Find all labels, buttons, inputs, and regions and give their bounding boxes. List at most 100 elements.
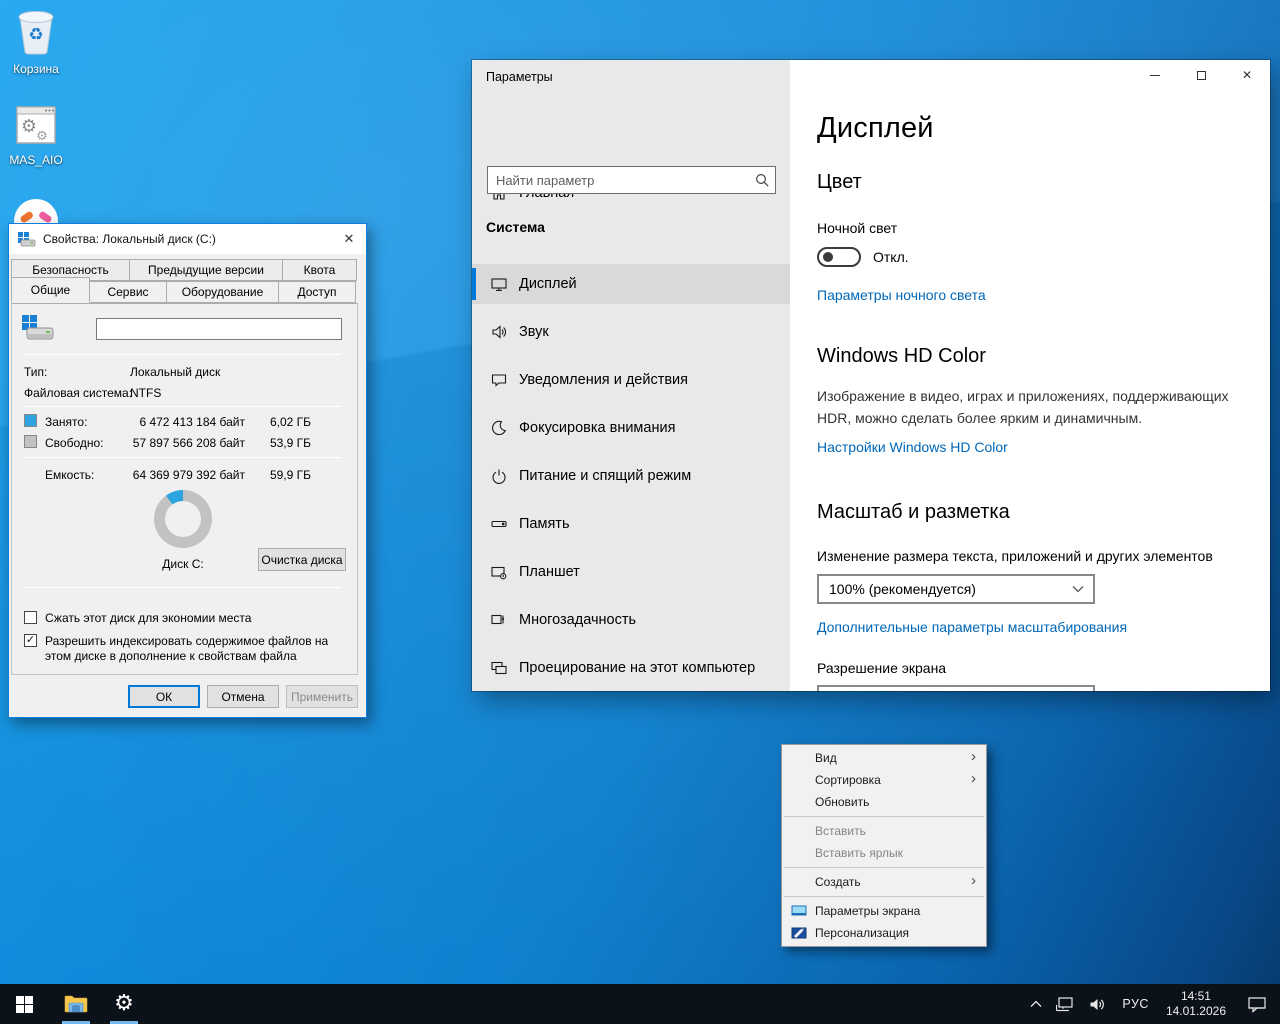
tab-sharing[interactable]: Доступ bbox=[278, 281, 356, 303]
submenu-arrow-icon: › bbox=[971, 771, 976, 786]
advanced-scaling-link[interactable]: Дополнительные параметры масштабирования bbox=[817, 619, 1257, 635]
tray-chevron-up-icon[interactable] bbox=[1023, 984, 1049, 1024]
clock-date: 14.01.2026 bbox=[1166, 1004, 1226, 1019]
index-checkbox[interactable]: ✓ bbox=[24, 634, 37, 647]
system-tray: РУС 14:51 14.01.2026 bbox=[1023, 984, 1280, 1024]
taskbar-file-explorer[interactable] bbox=[52, 984, 100, 1024]
language-indicator[interactable]: РУС bbox=[1113, 984, 1158, 1024]
action-center-icon[interactable] bbox=[1234, 984, 1280, 1024]
menu-separator bbox=[784, 896, 984, 897]
menu-item-view[interactable]: Вид› bbox=[782, 747, 986, 769]
sidebar-item-tablet[interactable]: Планшет bbox=[472, 552, 790, 592]
close-button[interactable]: ✕ bbox=[1224, 60, 1270, 90]
menu-item-new[interactable]: Создать› bbox=[782, 871, 986, 893]
resize-label: Изменение размера текста, приложений и д… bbox=[817, 548, 1257, 564]
scale-heading: Масштаб и разметка bbox=[817, 501, 1257, 524]
volume-icon[interactable] bbox=[1082, 984, 1113, 1024]
tab-tools[interactable]: Сервис bbox=[89, 281, 167, 303]
network-icon[interactable] bbox=[1049, 984, 1082, 1024]
menu-item-personalization[interactable]: Персонализация bbox=[782, 922, 986, 944]
used-bytes: 6 472 413 184 байт bbox=[125, 415, 245, 429]
menu-separator bbox=[784, 816, 984, 817]
sidebar-item-storage[interactable]: Память bbox=[472, 504, 790, 544]
menu-item-display-settings[interactable]: Параметры экрана bbox=[782, 900, 986, 922]
color-heading: Цвет bbox=[817, 171, 1257, 194]
desktop-icon-recycle-bin[interactable]: ♻ Корзина bbox=[0, 8, 72, 76]
menu-item-sort[interactable]: Сортировка› bbox=[782, 769, 986, 791]
dialog-tabs: Безопасность Предыдущие версии Квота Общ… bbox=[11, 259, 358, 303]
sidebar-item-label: Планшет bbox=[519, 564, 580, 580]
resolution-dropdown[interactable]: 1280 × 1024 bbox=[817, 685, 1095, 691]
settings-search-box[interactable] bbox=[487, 166, 776, 194]
scale-dropdown[interactable]: 100% (рекомендуется) bbox=[817, 574, 1095, 604]
tab-page-general: Тип: Локальный диск Файловая система: NT… bbox=[11, 303, 358, 675]
sidebar-item-display[interactable]: Дисплей bbox=[472, 264, 790, 304]
menu-item-paste[interactable]: Вставить bbox=[782, 820, 986, 842]
recycle-bin-icon: ♻ bbox=[14, 8, 58, 56]
disk-icon bbox=[18, 232, 36, 247]
compress-checkbox[interactable] bbox=[24, 611, 37, 624]
desktop-icon-partial[interactable] bbox=[0, 196, 72, 226]
sound-icon bbox=[491, 324, 507, 340]
disk-cleanup-button[interactable]: Очистка диска bbox=[258, 548, 346, 571]
night-light-toggle[interactable]: Откл. bbox=[817, 247, 1257, 267]
page-title: Дисплей bbox=[817, 112, 1257, 145]
hd-color-heading: Windows HD Color bbox=[817, 345, 1257, 368]
cancel-button[interactable]: Отмена bbox=[207, 685, 279, 708]
sidebar-item-focus-assist[interactable]: Фокусировка внимания bbox=[472, 408, 790, 448]
menu-item-refresh[interactable]: Обновить bbox=[782, 791, 986, 813]
close-icon[interactable]: ✕ bbox=[332, 224, 366, 254]
desktop-icon-mas-aio[interactable]: ⚙ ⚙ MAS_AIO bbox=[0, 105, 72, 167]
maximize-button[interactable] bbox=[1178, 60, 1224, 90]
night-light-label: Ночной свет bbox=[817, 220, 1257, 236]
desktop-icon-label: Корзина bbox=[0, 62, 72, 76]
taskbar-settings[interactable]: ⚙ bbox=[100, 984, 148, 1024]
settings-window: Параметры Главная Система bbox=[472, 60, 1270, 691]
sidebar-item-label: Многозадачность bbox=[519, 612, 636, 628]
search-input[interactable] bbox=[488, 173, 749, 188]
ok-button[interactable]: ОК bbox=[128, 685, 200, 708]
apply-button[interactable]: Применить bbox=[286, 685, 358, 708]
sidebar-item-sound[interactable]: Звук bbox=[472, 312, 790, 352]
svg-text:♻: ♻ bbox=[28, 25, 43, 45]
night-light-settings-link[interactable]: Параметры ночного света bbox=[817, 287, 1257, 303]
toggle-off-icon[interactable] bbox=[817, 247, 861, 267]
tab-hardware[interactable]: Оборудование bbox=[166, 281, 279, 303]
tab-general[interactable]: Общие bbox=[11, 277, 90, 303]
taskbar-clock[interactable]: 14:51 14.01.2026 bbox=[1158, 984, 1234, 1024]
menu-item-paste-shortcut[interactable]: Вставить ярлык bbox=[782, 842, 986, 864]
minimize-button[interactable] bbox=[1132, 60, 1178, 90]
free-bytes: 57 897 566 208 байт bbox=[125, 436, 245, 450]
file-explorer-icon bbox=[64, 994, 88, 1014]
clock-time: 14:51 bbox=[1166, 989, 1226, 1004]
desktop[interactable]: ♻ Корзина ⚙ ⚙ MAS_AIO Парам bbox=[0, 0, 1280, 1024]
notifications-icon bbox=[491, 372, 507, 388]
sidebar-item-multitasking[interactable]: Многозадачность bbox=[472, 600, 790, 640]
sidebar-item-label: Память bbox=[519, 516, 570, 532]
sidebar-item-label: Питание и спящий режим bbox=[519, 468, 691, 484]
hd-color-settings-link[interactable]: Настройки Windows HD Color bbox=[817, 439, 1257, 455]
volume-label-input[interactable] bbox=[96, 318, 342, 340]
free-size: 53,9 ГБ bbox=[251, 436, 311, 450]
sidebar-item-projecting[interactable]: Проецирование на этот компьютер bbox=[472, 648, 790, 688]
submenu-arrow-icon: › bbox=[971, 749, 976, 764]
power-icon bbox=[491, 468, 507, 484]
svg-text:⚙: ⚙ bbox=[36, 129, 48, 144]
sidebar-item-label: Уведомления и действия bbox=[519, 372, 688, 388]
moon-icon bbox=[491, 420, 507, 436]
scale-dropdown-value: 100% (рекомендуется) bbox=[819, 581, 1063, 597]
search-icon[interactable] bbox=[749, 173, 775, 187]
tab-previous-versions[interactable]: Предыдущие версии bbox=[129, 259, 283, 281]
start-button[interactable] bbox=[0, 984, 48, 1024]
dialog-titlebar[interactable]: Свойства: Локальный диск (C:) ✕ bbox=[9, 224, 366, 254]
tab-quota[interactable]: Квота bbox=[282, 259, 357, 281]
sidebar-item-notifications[interactable]: Уведомления и действия bbox=[472, 360, 790, 400]
personalization-icon bbox=[791, 925, 807, 941]
submenu-arrow-icon: › bbox=[971, 873, 976, 888]
used-label: Занято: bbox=[45, 415, 87, 429]
settings-window-title: Параметры bbox=[486, 70, 553, 84]
tablet-icon bbox=[491, 564, 507, 580]
sidebar-item-power-sleep[interactable]: Питание и спящий режим bbox=[472, 456, 790, 496]
capacity-label: Емкость: bbox=[45, 468, 94, 482]
free-legend-swatch bbox=[24, 435, 37, 448]
